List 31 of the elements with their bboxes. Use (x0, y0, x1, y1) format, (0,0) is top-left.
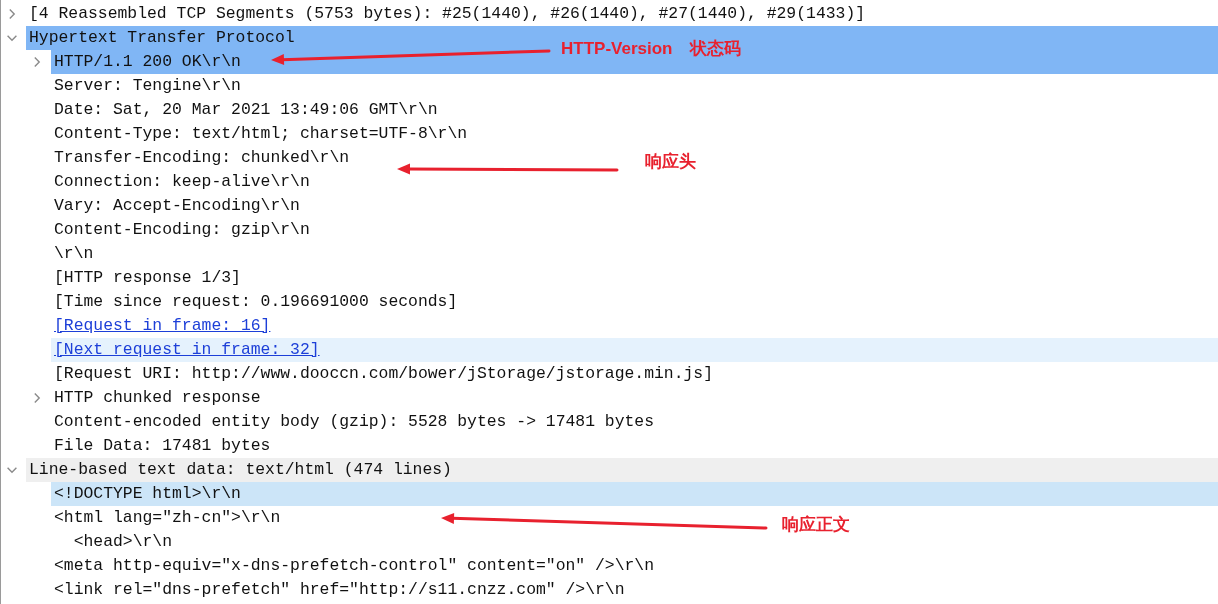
tree-item[interactable]: Content-Encoding: gzip\r\n (54, 219, 310, 241)
tree-item[interactable]: Transfer-Encoding: chunked\r\n (54, 147, 350, 169)
annotation-label: 响应头 (645, 151, 696, 173)
tree-item[interactable]: [Time since request: 0.196691000 seconds] (54, 291, 458, 313)
frame-link[interactable]: [Request in frame: 16] (54, 315, 271, 337)
tree-item[interactable]: Line-based text data: text/html (474 lines) (26, 458, 1218, 482)
annotation-label: 响应正文 (782, 514, 850, 536)
tree-item[interactable]: Vary: Accept-Encoding\r\n (54, 195, 300, 217)
tree-item[interactable]: [4 Reassembled TCP Segments (5753 bytes): #25(1440), #26(1440), #27(1440), #29(1433)] (29, 3, 866, 25)
tree-item[interactable]: <html lang="zh-cn">\r\n (54, 507, 281, 529)
tree-item[interactable]: Date: Sat, 20 Mar 2021 13:49:06 GMT\r\n (54, 99, 438, 121)
tree-item[interactable]: \r\n (54, 243, 94, 265)
chevron-right-icon[interactable] (32, 57, 42, 67)
tree-item[interactable]: [Next request in frame: 32] (51, 338, 1218, 362)
frame-link[interactable]: [Next request in frame: 32] (54, 339, 320, 361)
tree-item[interactable]: HTTP chunked response (54, 387, 261, 409)
tree-item[interactable]: [Request URI: http://www.dooccn.com/bower/jStorage/jstorage.min.js] (54, 363, 713, 385)
tree-item[interactable]: File Data: 17481 bytes (54, 435, 271, 457)
chevron-right-icon[interactable] (32, 393, 42, 403)
chevron-right-icon[interactable] (7, 9, 17, 19)
chevron-down-icon[interactable] (7, 33, 17, 43)
chevron-down-icon[interactable] (7, 465, 17, 475)
tree-item[interactable]: <head>\r\n (54, 531, 173, 553)
tree-item[interactable]: Content-Type: text/html; charset=UTF-8\r\n (54, 123, 468, 145)
tree-item[interactable]: Server: Tengine\r\n (54, 75, 241, 97)
tree-item[interactable]: <meta http-equiv="x-dns-prefetch-control" content="on" />\r\n (54, 555, 654, 577)
tree-item[interactable]: <link rel="dns-prefetch" href="http://s11.cnzz.com" />\r\n (54, 579, 625, 601)
tree-item[interactable]: <!DOCTYPE html>\r\n (51, 482, 1218, 506)
tree-item[interactable]: Content-encoded entity body (gzip): 5528 bytes -> 17481 bytes (54, 411, 654, 433)
tree-item[interactable]: Connection: keep-alive\r\n (54, 171, 310, 193)
tree-item[interactable]: [HTTP response 1/3] (54, 267, 241, 289)
